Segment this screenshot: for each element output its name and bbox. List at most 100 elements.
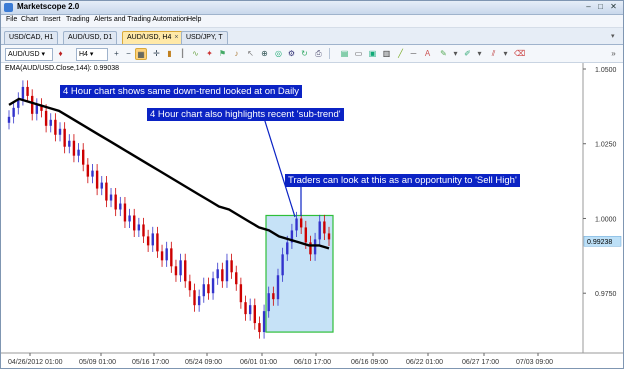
candle-body: [133, 215, 136, 231]
candle-body: [295, 218, 298, 231]
tab-label: AUD/USD, H4: [127, 34, 172, 41]
tab-usdjpy-t[interactable]: USD/JPY, T: [181, 31, 228, 44]
time-tick-label: 05/16 17:00: [132, 359, 169, 366]
candle-body: [21, 86, 25, 99]
alert-icon[interactable]: ♪: [231, 48, 242, 59]
candle-body: [137, 224, 141, 231]
tab-usdcad-h1[interactable]: USD/CAD, H1: [4, 31, 59, 44]
eraser-icon[interactable]: ⌫: [514, 48, 525, 59]
bars-icon[interactable]: ┃: [177, 48, 188, 59]
candle-body: [160, 251, 164, 261]
zoom-in-icon[interactable]: +: [111, 48, 122, 59]
autoscroll-icon[interactable]: ▦: [135, 48, 147, 60]
tab-audusd-h4[interactable]: AUD/USD, H4 ×: [122, 31, 184, 44]
chart-toolbar: AUD/USD ▾ ♦ H4 ▾ + − ▦ ✛ ▮ ┃ ∿ ✦ ⚑ ♪ ↖ ⊕…: [1, 45, 623, 63]
candle-body: [58, 128, 62, 135]
tab-audusd-d1[interactable]: AUD/USD, D1: [63, 31, 118, 44]
time-tick-label: 05/24 09:00: [185, 359, 222, 366]
candle-body: [304, 227, 308, 243]
settings-icon[interactable]: ⚙: [286, 48, 297, 59]
symbol-select[interactable]: AUD/USD ▾: [5, 48, 53, 61]
candle-body: [202, 284, 205, 297]
line-chart-icon[interactable]: ∿: [190, 48, 201, 59]
menu-insert[interactable]: Insert: [43, 16, 61, 23]
candle-body: [216, 269, 219, 279]
measure-icon[interactable]: ◎: [273, 48, 284, 59]
toolbar-overflow-icon[interactable]: »: [608, 48, 619, 59]
candle-body: [299, 218, 303, 228]
cursor-icon[interactable]: ↖: [245, 48, 256, 59]
candle-body: [109, 194, 113, 201]
candle-body: [235, 272, 238, 285]
menu-file[interactable]: File: [6, 16, 17, 23]
drawing-tools-icon[interactable]: ✎: [438, 48, 449, 59]
timeframe-select[interactable]: H4 ▾: [76, 48, 108, 61]
candle-body: [197, 296, 201, 306]
toolbar-separator: [329, 48, 330, 59]
minimize-button[interactable]: –: [583, 2, 594, 12]
line-tool-icon[interactable]: ─: [408, 48, 419, 59]
candle-body: [225, 260, 229, 282]
candle-body: [170, 248, 173, 267]
timeframe-value: H4: [79, 51, 88, 58]
candle-body: [77, 149, 80, 156]
menu-trading[interactable]: Trading: [66, 16, 89, 23]
time-tick-label: 04/26/2012 01:00: [8, 359, 63, 366]
menu-alerts-automation[interactable]: Alerts and Trading Automation: [94, 16, 188, 23]
symbol-value: AUD/USD: [8, 51, 40, 58]
compare-icon[interactable]: ▥: [381, 48, 392, 59]
candle-body: [114, 194, 117, 210]
channel-dropdown-icon[interactable]: ▾: [500, 48, 511, 59]
candle-body: [239, 284, 243, 303]
print-icon[interactable]: ⎙: [313, 48, 324, 59]
menu-chart[interactable]: Chart: [21, 16, 38, 23]
zoom-out-icon[interactable]: −: [123, 48, 134, 59]
drawing-dropdown-icon[interactable]: ▾: [450, 48, 461, 59]
time-tick-label: 05/09 01:00: [79, 359, 116, 366]
candle-body: [262, 311, 266, 333]
time-tick-label: 06/01 01:00: [240, 359, 277, 366]
menu-help[interactable]: Help: [187, 16, 201, 23]
pan-icon[interactable]: ⊕: [259, 48, 270, 59]
candle-body: [26, 86, 29, 96]
close-button[interactable]: ✕: [608, 2, 619, 12]
candle-body: [7, 116, 11, 123]
time-tick-label: 06/22 01:00: [406, 359, 443, 366]
time-tick-label: 06/16 09:00: [351, 359, 388, 366]
channel-tool-icon[interactable]: ⫽: [488, 48, 499, 59]
tab-close-icon[interactable]: ×: [174, 34, 178, 41]
tab-label: USD/CAD, H1: [9, 34, 54, 41]
tab-list-dropdown-icon[interactable]: ▾: [611, 32, 615, 40]
strategy-icon[interactable]: ⚑: [217, 48, 228, 59]
pen-dropdown-icon[interactable]: ▾: [474, 48, 485, 59]
add-chart-icon[interactable]: ▤: [339, 48, 350, 59]
candle-body: [82, 149, 85, 165]
candles-icon[interactable]: ▮: [164, 48, 175, 59]
time-tick-label: 06/10 17:00: [294, 359, 331, 366]
candle-body: [323, 221, 326, 234]
template-icon[interactable]: ▣: [367, 48, 378, 59]
price-tick-label: 1.0250: [595, 142, 617, 149]
candle-body: [119, 203, 122, 210]
refresh-icon[interactable]: ↻: [299, 48, 310, 59]
trendline-icon[interactable]: ╱: [395, 48, 406, 59]
pen-tool-icon[interactable]: ✐: [462, 48, 473, 59]
candle-body: [174, 266, 178, 276]
candle-body: [105, 182, 108, 201]
crosshair-icon[interactable]: ✛: [151, 48, 162, 59]
maximize-button[interactable]: □: [595, 2, 606, 12]
candle-body: [72, 140, 76, 156]
candle-body: [100, 182, 103, 189]
candle-body: [54, 119, 57, 135]
app-icon: [4, 3, 13, 12]
text-tool-icon[interactable]: A: [422, 48, 433, 59]
title-bar: Marketscope 2.0 – □ ✕: [1, 1, 623, 15]
candle-body: [35, 104, 39, 114]
candle-body: [86, 164, 90, 177]
menu-bar: File Chart Insert Trading Alerts and Tra…: [1, 15, 623, 28]
chart-type-icon[interactable]: ♦: [55, 48, 66, 59]
chart-properties-icon[interactable]: ▭: [353, 48, 364, 59]
chart-tab-bar: USD/CAD, H1 AUD/USD, D1 AUD/USD, H4 × USD…: [1, 28, 623, 45]
window-title: Marketscope 2.0: [17, 2, 80, 11]
indicator-icon[interactable]: ✦: [204, 48, 215, 59]
